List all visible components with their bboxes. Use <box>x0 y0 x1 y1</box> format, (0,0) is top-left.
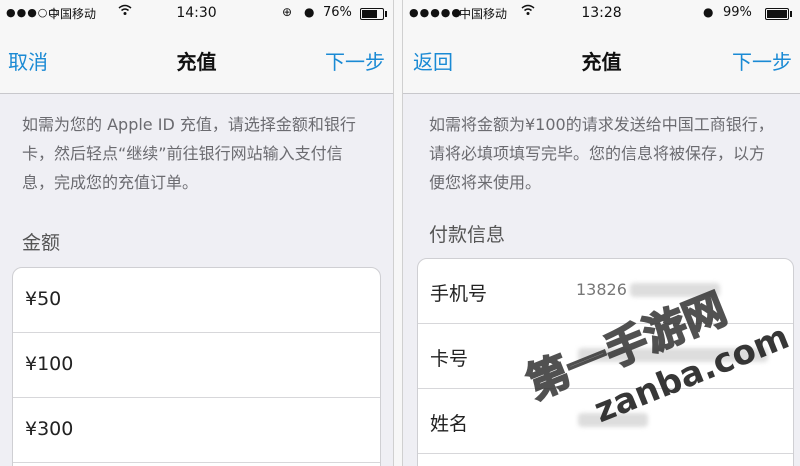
payment-form: 手机号 13826 卡号 姓名 <box>417 258 794 466</box>
recharge-description: 如需为您的 Apple ID 充值，请选择金额和银行卡，然后轻点“继续”前往银行… <box>22 115 356 192</box>
field-label: 手机号 <box>430 283 488 305</box>
right-phone-screen: ●●●●● 中国移动 13:28 ● 99% 返回 充值 下一步 如需将金额为¥… <box>403 0 800 466</box>
alarm-icon: ● <box>304 5 315 19</box>
battery-percent: 99% <box>723 5 752 20</box>
screenshot-stage: ●●●○○ 中国移动 14:30 ⊕ ● 76% 取消 充值 下一步 如需为您的… <box>0 0 800 466</box>
amount-list: ¥50 ¥100 ¥300 <box>12 267 381 466</box>
card-number-field[interactable]: 卡号 <box>418 324 793 389</box>
navigation-bar: 返回 充值 下一步 <box>403 27 800 94</box>
field-label: 姓名 <box>430 413 469 435</box>
navigation-bar: 取消 充值 下一步 <box>0 27 393 94</box>
amount-section-label: 金额 <box>22 232 61 254</box>
left-phone-screen: ●●●○○ 中国移动 14:30 ⊕ ● 76% 取消 充值 下一步 如需为您的… <box>0 0 393 466</box>
next-button[interactable]: 下一步 <box>325 46 385 75</box>
battery-icon <box>765 8 792 20</box>
status-bar: ●●●○○ 中国移动 14:30 ⊕ ● 76% <box>0 0 393 27</box>
screen-divider <box>393 0 403 466</box>
alarm-icon: ● <box>703 5 714 19</box>
amount-option[interactable]: ¥50 <box>13 268 380 333</box>
redacted-value <box>578 348 768 362</box>
redacted-value <box>630 283 720 297</box>
amount-label: ¥300 <box>25 418 74 440</box>
amount-label: ¥50 <box>25 288 62 310</box>
status-bar: ●●●●● 中国移动 13:28 ● 99% <box>403 0 800 27</box>
amount-option[interactable]: ¥300 <box>13 398 380 463</box>
battery-icon <box>360 8 387 20</box>
field-label: 卡号 <box>430 348 469 370</box>
field-value: 13826 <box>576 280 627 299</box>
next-button[interactable]: 下一步 <box>732 46 792 75</box>
battery-percent: 76% <box>323 5 352 20</box>
payment-section-label: 付款信息 <box>429 224 506 246</box>
amount-option[interactable]: ¥100 <box>13 333 380 398</box>
phone-number-field[interactable]: 手机号 13826 <box>418 259 793 324</box>
request-description: 如需将金额为¥100的请求发送给中国工商银行，请将必填项填写完毕。您的信息将被保… <box>429 115 774 192</box>
amount-label: ¥100 <box>25 353 74 375</box>
rotation-lock-icon: ⊕ <box>282 5 293 19</box>
name-field[interactable]: 姓名 <box>418 389 793 454</box>
redacted-value <box>578 413 648 427</box>
